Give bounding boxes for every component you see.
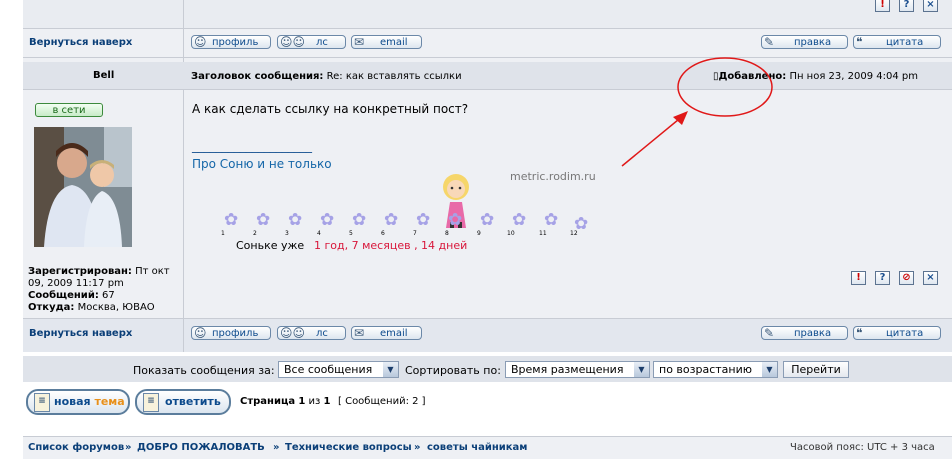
flower-icon: ✿ [224,210,239,230]
chevron-down-icon: ▼ [383,362,398,377]
envelope-icon: ✉ [354,35,365,49]
speech-bubble-icon: ❝ [856,35,863,49]
previous-post-tail [23,0,952,28]
author-column-divider [183,319,184,352]
ticker-number: 7 [413,230,417,237]
flower-icon: ✿ [384,210,399,230]
pm-button[interactable]: ☺☺ лс [277,35,346,49]
messages-count: [ Сообщений: 2 ] [338,396,426,407]
breadcrumb-item[interactable]: Технические вопросы [285,442,412,453]
flower-icon: ✿ [288,210,303,230]
pm-button[interactable]: ☺☺ лс [277,326,346,340]
pencil-icon: ✎ [764,326,775,340]
author-profile: Зарегистрирован: Пт окт 09, 2009 11:17 p… [28,266,170,313]
forum-posts-table: ! ? × Вернуться наверх ☺ профиль ☺☺ лс ✉ em… [23,0,952,352]
ticker-prefix: Соньке уже [236,239,305,252]
divider [23,28,952,29]
envelope-icon: ✉ [354,326,365,340]
email-button[interactable]: ✉ email [351,326,422,340]
info-icon[interactable]: ? [875,271,890,285]
breadcrumb-separator: » [273,442,280,453]
breadcrumb-separator: » [414,442,421,453]
user-icon: ☺ [194,35,207,49]
author-column-divider [183,0,184,352]
timezone-label: Часовой пояс: UTC + 3 часа [790,442,935,453]
pagination: Страница 1 из 1 [240,396,331,407]
flower-icon: ✿ [512,210,527,230]
ticker-number: 1 [221,230,225,237]
post-author[interactable]: Bell [93,70,114,81]
ticker-number: 6 [381,230,385,237]
report-icon[interactable]: ! [875,0,890,12]
users-icon: ☺☺ [280,326,306,340]
quote-button[interactable]: ❝ цитата [853,326,941,340]
ticker-number: 8 [445,230,449,237]
info-icon[interactable]: ? [899,0,914,12]
flower-icon: ✿ [256,210,271,230]
breadcrumb-separator: » [125,442,132,453]
chevron-down-icon: ▼ [634,362,649,377]
warn-icon[interactable]: ⊘ [899,271,914,285]
ticker-number: 11 [539,230,547,237]
breadcrumb-item[interactable]: Список форумов [28,442,124,453]
flower-icon: ✿ [352,210,367,230]
pencil-icon: ✎ [764,35,775,49]
users-icon: ☺☺ [280,35,306,49]
breadcrumb-item[interactable]: советы чайникам [427,442,527,453]
divider [23,89,952,90]
ticker-number: 2 [253,230,257,237]
post-body: А как сделать ссылку на конкретный пост? [192,102,469,116]
report-icon[interactable]: ! [851,271,866,285]
flower-icon: ✿ [320,210,335,230]
reply-button[interactable]: ≡ ответить [135,389,231,415]
delete-icon[interactable]: × [923,0,938,12]
ticker-value: 1 год, 7 месяцев , 14 дней [314,239,468,252]
flower-icon: ✿ [544,210,559,230]
sort-by-select[interactable]: Время размещения ▼ [505,361,650,378]
document-icon: ≡ [34,393,50,412]
quote-button[interactable]: ❝ цитата [853,35,941,49]
show-period-select[interactable]: Все сообщения ▼ [278,361,399,378]
age-ticker-banner[interactable]: ✿ ✿ ✿ ✿ ✿ ✿ ✿ ✿ ✿ ✿ ✿ ✿ 1 2 3 4 5 6 7 8 … [206,172,596,252]
divider [23,57,952,58]
edit-button[interactable]: ✎ правка [761,35,848,49]
ticker-number: 9 [477,230,481,237]
flower-icon: ✿ [448,210,463,230]
edit-button[interactable]: ✎ правка [761,326,848,340]
user-icon: ☺ [194,326,207,340]
ticker-number: 3 [285,230,289,237]
profile-button[interactable]: ☺ профиль [191,35,271,49]
back-to-top-link[interactable]: Вернуться наверх [29,37,132,48]
signature-link[interactable]: Про Соню и не только [192,157,332,171]
show-label: Показать сообщения за: [133,364,275,377]
flower-icon: ✿ [416,210,431,230]
ticker-number: 10 [507,230,515,237]
ticker-number: 12 [570,230,578,237]
sort-order-select[interactable]: по возрастанию ▼ [653,361,778,378]
speech-bubble-icon: ❝ [856,326,863,340]
signature-rule: ____________________ [192,139,312,153]
sort-label: Сортировать по: [405,364,501,377]
ticker-number: 5 [349,230,353,237]
online-badge: в сети [35,103,103,117]
breadcrumb-item[interactable]: ДОБРО ПОЖАЛОВАТЬ [137,442,265,453]
profile-button[interactable]: ☺ профиль [191,326,271,340]
go-button[interactable]: Перейти [783,361,849,378]
chevron-down-icon: ▼ [762,362,777,377]
delete-icon[interactable]: × [923,271,938,285]
back-to-top-link[interactable]: Вернуться наверх [29,328,132,339]
document-icon: ≡ [143,393,159,412]
email-button[interactable]: ✉ email [351,35,422,49]
post-subject: Заголовок сообщения: Re: как вставлять с… [191,71,462,82]
new-topic-button[interactable]: ≡ новая тема [26,389,130,415]
ticker-number: 4 [317,230,321,237]
annotation-overlay [621,57,773,167]
avatar [34,127,132,247]
flower-icon: ✿ [480,210,495,230]
